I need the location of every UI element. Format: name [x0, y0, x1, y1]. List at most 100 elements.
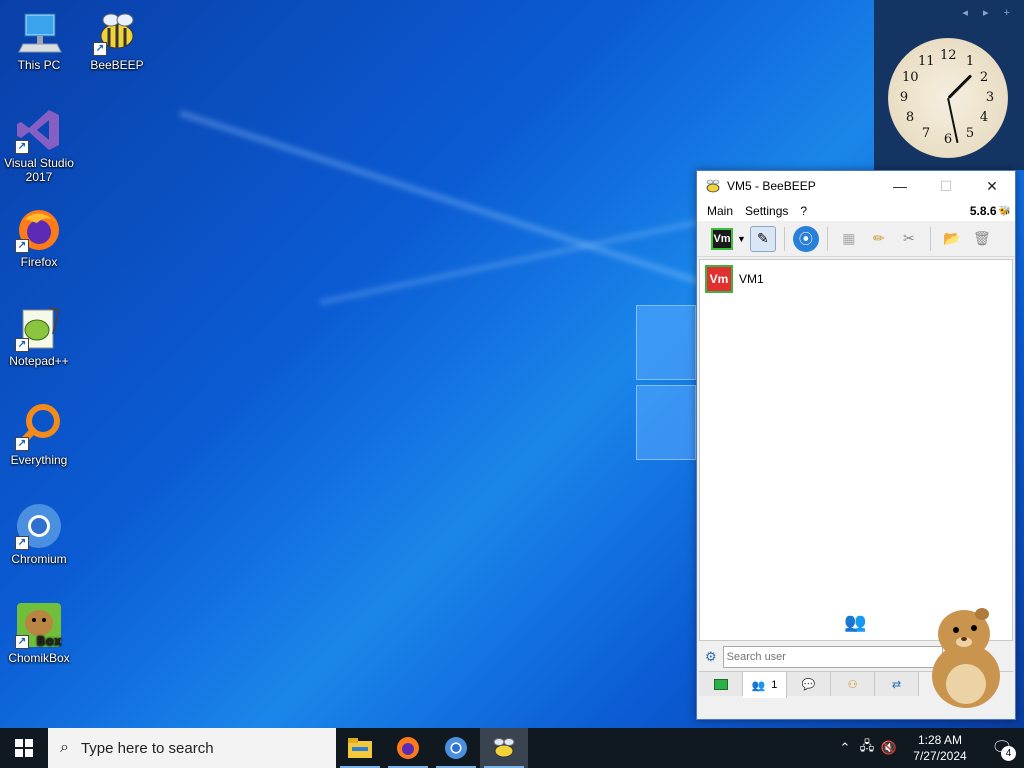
menu-bar: Main Settings ? 5.8.6 🐝: [697, 201, 1015, 221]
clock-number: 11: [918, 54, 935, 69]
avatar: Vm: [705, 265, 733, 293]
clock-gadget[interactable]: 12 1 2 3 4 5 6 7 8 9 10 11: [888, 38, 1008, 158]
desktop-icon-beebeep[interactable]: ↗ BeeBEEP: [78, 8, 156, 72]
toolbar-separator: [826, 226, 828, 251]
window-titlebar[interactable]: VM5 - BeeBEEP — ☐ ✕: [697, 171, 1015, 201]
users-group-icon: 👥: [844, 612, 867, 632]
network-icon[interactable]: ⦿: [792, 225, 819, 252]
group-icon[interactable]: ▦: [836, 226, 862, 252]
wallpaper-windows-logo: [636, 305, 698, 460]
firefox-icon: ↗: [15, 205, 63, 253]
chevron-down-icon[interactable]: ▼: [737, 234, 746, 244]
tab-chats[interactable]: 💬: [787, 672, 831, 696]
hamster-mascot-icon: [932, 608, 1000, 708]
firefox-icon: [397, 737, 419, 759]
clock-number: 4: [979, 110, 989, 125]
desktop-icon-visual-studio[interactable]: ↗ Visual Studio 2017: [0, 106, 78, 184]
desktop-icon-chromium[interactable]: ↗ Chromium: [0, 502, 78, 566]
desktop-icon-chomikbox[interactable]: Box ↗ ChomikBox: [0, 601, 78, 665]
taskbar-clock[interactable]: 1:28 AM 7/27/2024: [900, 732, 980, 764]
status-button[interactable]: Vm: [711, 227, 733, 250]
taskbar-app-file-explorer[interactable]: [336, 728, 384, 768]
desktop-icon-everything[interactable]: ↗ Everything: [0, 403, 78, 467]
volume-muted-icon[interactable]: 🔇: [878, 740, 900, 756]
toolbar-separator: [783, 226, 785, 251]
desktop-icon-label: This PC: [17, 58, 61, 72]
trash-icon[interactable]: 🗑: [969, 226, 995, 252]
window-title: VM5 - BeeBEEP: [727, 179, 816, 193]
toolbar: Vm ▼ ✎ ⦿ ▦ ✏ ✂ 📂 🗑: [697, 221, 1015, 257]
windows-logo-icon: [15, 739, 33, 757]
system-tray: ⌃ 🖧 🔇 1:28 AM 7/27/2024 🗨 4: [834, 728, 1024, 768]
clock-number: 3: [985, 90, 995, 105]
desktop-icon-notepadpp[interactable]: ↗ Notepad++: [0, 304, 78, 368]
pencil-icon[interactable]: ✏: [866, 226, 892, 252]
sidebar-controls[interactable]: ◂ ▸ +: [962, 6, 1016, 19]
clock-number: 5: [965, 126, 975, 141]
desktop-icon-label: Chromium: [11, 552, 67, 566]
clock-number: 10: [902, 70, 919, 85]
group-icon: ⚇: [847, 678, 858, 691]
search-user-input[interactable]: [722, 646, 943, 668]
desktop-icon-label: Notepad++: [9, 354, 69, 368]
network-icon[interactable]: 🖧: [856, 737, 878, 759]
clock-number: 12: [940, 48, 957, 63]
taskbar-app-firefox[interactable]: [384, 728, 432, 768]
clock-number: 2: [979, 70, 989, 85]
taskbar-search-box[interactable]: ⌕ Type here to search: [48, 728, 336, 768]
tools-icon[interactable]: ✂: [896, 226, 922, 252]
notification-center-button[interactable]: 🗨 4: [980, 728, 1024, 768]
taskbar-date: 7/27/2024: [913, 749, 967, 763]
download-folder-icon[interactable]: 📂: [939, 226, 965, 252]
desktop-icon-this-pc[interactable]: This PC: [0, 8, 78, 72]
users-icon: 👥: [751, 679, 766, 692]
user-list: Vm VM1 👥: [699, 259, 1013, 641]
menu-main[interactable]: Main: [701, 204, 739, 218]
version-text: 5.8.6: [969, 204, 997, 218]
search-settings-icon[interactable]: ⚙: [705, 649, 717, 665]
start-button[interactable]: [0, 728, 48, 768]
taskbar-time: 1:28 AM: [917, 733, 963, 747]
bee-icon: 🐝: [998, 205, 1011, 217]
taskbar-app-beebeep[interactable]: [480, 728, 528, 768]
tab-shares[interactable]: ⇄: [875, 672, 919, 696]
version-label[interactable]: 5.8.6 🐝: [970, 204, 1015, 218]
tab-users-count: 1: [771, 679, 778, 691]
desktop-icon-label: Firefox: [20, 255, 58, 269]
search-icon: ⌕: [60, 739, 69, 756]
everything-icon: ↗: [15, 403, 63, 451]
toolbar-separator: [929, 226, 931, 251]
desktop-icon-firefox[interactable]: ↗ Firefox: [0, 205, 78, 269]
notification-count-badge: 4: [1001, 746, 1016, 761]
notepadpp-icon: ↗: [15, 304, 63, 352]
minimize-button[interactable]: —: [877, 171, 923, 201]
wallpaper-beam: [179, 110, 714, 289]
computer-icon: [15, 8, 63, 56]
clock-number: 7: [921, 126, 931, 141]
share-icon: ⇄: [891, 678, 902, 691]
profile-edit-icon[interactable]: ✎: [749, 225, 776, 252]
clock-hour-hand: [947, 74, 973, 100]
menu-help[interactable]: ?: [794, 204, 813, 218]
avatar-text: Vm: [709, 272, 729, 286]
menu-settings[interactable]: Settings: [739, 204, 794, 218]
folder-icon: [348, 738, 372, 758]
desktop-icon-label: ChomikBox: [8, 651, 70, 665]
list-item[interactable]: Vm VM1: [700, 264, 1012, 294]
clock-number: 6: [943, 132, 953, 147]
taskbar-app-chromium[interactable]: [432, 728, 480, 768]
tab-status[interactable]: [699, 672, 743, 696]
clock-number: 1: [965, 54, 975, 69]
svg-text:Box: Box: [36, 634, 61, 648]
chat-status-icon: [713, 678, 728, 690]
close-button[interactable]: ✕: [969, 171, 1015, 201]
maximize-button[interactable]: ☐: [923, 171, 969, 201]
taskbar-search-placeholder: Type here to search: [80, 739, 214, 757]
tab-groups[interactable]: ⚇: [831, 672, 875, 696]
user-name: VM1: [739, 272, 764, 286]
chevron-up-icon[interactable]: ⌃: [834, 740, 856, 756]
desktop-icon-label: Visual Studio 2017: [4, 156, 74, 184]
visual-studio-icon: ↗: [15, 106, 63, 154]
desktop-icon-label: Everything: [10, 453, 68, 467]
tab-users[interactable]: 👥 1: [743, 672, 787, 698]
